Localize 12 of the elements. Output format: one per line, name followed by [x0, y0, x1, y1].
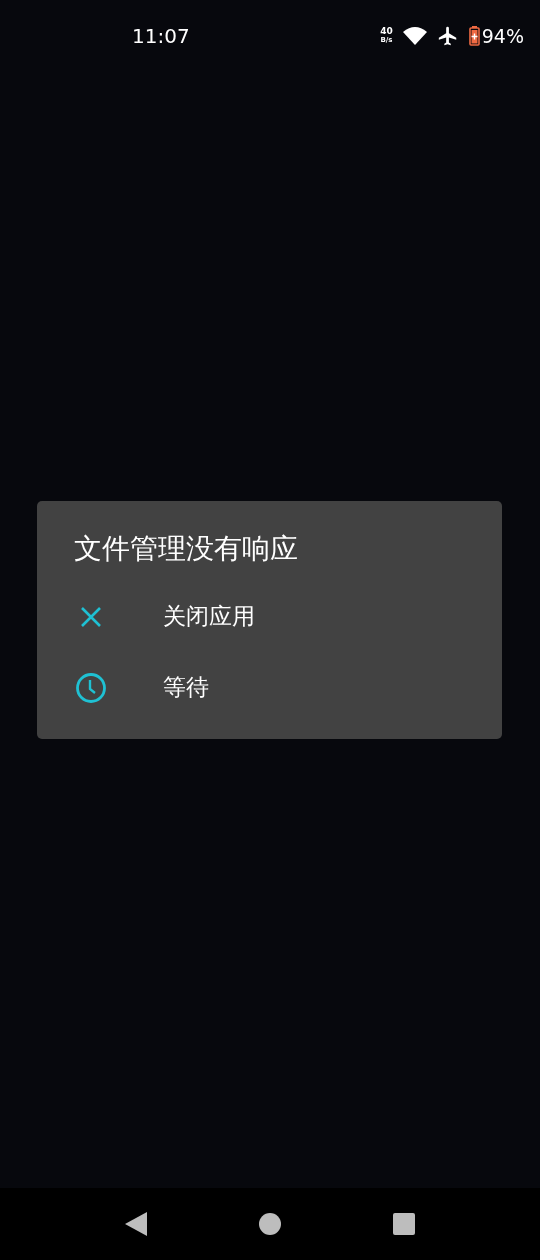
battery-icon	[468, 26, 480, 46]
clock-icon	[75, 671, 107, 704]
wifi-icon	[402, 26, 427, 46]
dialog-title: 文件管理没有响应	[74, 531, 299, 567]
battery-percentage: 94%	[481, 25, 524, 47]
home-button[interactable]	[259, 1213, 281, 1235]
close-app-option[interactable]: 关闭应用	[37, 581, 502, 652]
close-icon	[80, 605, 102, 628]
clock: 11:07	[132, 24, 191, 48]
back-button[interactable]	[125, 1212, 147, 1236]
wait-option[interactable]: 等待	[37, 652, 502, 723]
airplane-icon	[436, 25, 459, 47]
